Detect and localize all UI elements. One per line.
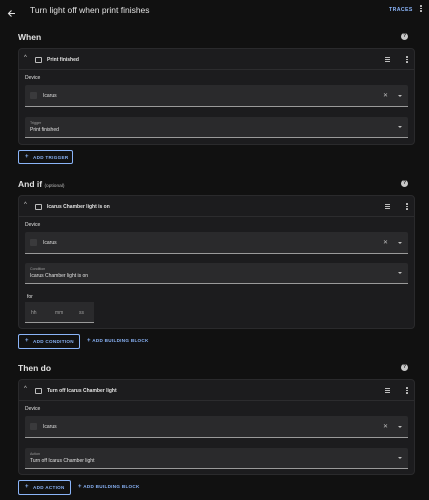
collapse-chevron-icon[interactable]: ^ (24, 202, 27, 208)
add-condition-button[interactable]: + ADD CONDITION (18, 334, 80, 349)
clear-icon[interactable]: ✕ (383, 239, 388, 246)
trigger-value: Print finished (30, 127, 59, 133)
top-app-bar: Turn light off when print finishes TRACE… (0, 0, 429, 20)
card-divider (19, 400, 414, 401)
drag-handle-icon[interactable] (385, 388, 390, 395)
collapse-chevron-icon[interactable]: ^ (24, 55, 27, 61)
device-value: Icarus (43, 240, 57, 246)
device-condition-icon (35, 204, 42, 210)
optional-label: (optional) (44, 184, 65, 189)
add-building-block-label: ADD BUILDING BLOCK (92, 338, 149, 343)
plus-icon: + (25, 338, 29, 344)
dropdown-caret-icon (398, 242, 402, 244)
help-icon[interactable]: ? (401, 33, 408, 40)
card-menu-icon[interactable] (406, 387, 408, 395)
dropdown-caret-icon (398, 457, 402, 459)
dropdown-caret-icon (398, 95, 402, 97)
add-building-block-button[interactable]: + ADD BUILDING BLOCK (78, 484, 140, 490)
device-icon (30, 423, 37, 430)
dropdown-caret-icon (398, 426, 402, 428)
device-select[interactable]: Icarus ✕ (25, 416, 408, 438)
device-value: Icarus (43, 424, 57, 430)
traces-button[interactable]: TRACES (389, 7, 413, 13)
back-arrow-icon[interactable] (7, 5, 16, 17)
add-trigger-button[interactable]: + ADD TRIGGER (18, 150, 73, 164)
device-label: Device (25, 406, 41, 412)
collapse-chevron-icon[interactable]: ^ (24, 386, 27, 392)
seconds-field[interactable]: ss (79, 310, 84, 316)
card-divider (19, 216, 414, 217)
trigger-field-label: Trigger (30, 121, 42, 125)
card-menu-icon[interactable] (406, 56, 408, 64)
trigger-select[interactable]: Trigger Print finished (25, 117, 408, 138)
plus-icon: + (25, 484, 29, 490)
add-building-block-button[interactable]: + ADD BUILDING BLOCK (87, 338, 149, 344)
help-icon[interactable]: ? (401, 180, 408, 187)
plus-icon: + (25, 154, 29, 160)
device-icon (30, 239, 37, 246)
plus-icon: + (87, 338, 91, 344)
then-do-section-title: Then do (18, 363, 52, 373)
action-select[interactable]: Action Turn off Icarus Chamber light (25, 448, 408, 469)
action-card-title: Turn off Icarus Chamber light (47, 388, 117, 394)
device-icon (30, 92, 37, 99)
device-label: Device (25, 75, 41, 81)
dropdown-caret-icon (398, 126, 402, 128)
drag-handle-icon[interactable] (385, 204, 390, 211)
device-label: Device (25, 222, 41, 228)
condition-value: Icarus Chamber light is on (30, 273, 89, 279)
trigger-card: ^ Print finished Device Icarus ✕ Trigger… (18, 48, 415, 145)
action-value: Turn off Icarus Chamber light (30, 458, 95, 464)
minutes-field[interactable]: mm (55, 310, 63, 316)
add-trigger-label: ADD TRIGGER (33, 155, 69, 160)
add-building-block-label: ADD BUILDING BLOCK (83, 484, 140, 489)
card-menu-icon[interactable] (406, 203, 408, 211)
condition-card-title: Icarus Chamber light is on (47, 204, 110, 210)
device-select[interactable]: Icarus ✕ (25, 85, 408, 107)
card-divider (19, 69, 414, 70)
clear-icon[interactable]: ✕ (383, 423, 388, 430)
device-action-icon (35, 388, 42, 394)
trigger-card-title: Print finished (47, 57, 79, 63)
and-if-section-title: And if (optional) (18, 179, 64, 189)
dropdown-caret-icon (398, 272, 402, 274)
condition-card: ^ Icarus Chamber light is on Device Icar… (18, 195, 415, 329)
drag-handle-icon[interactable] (385, 57, 390, 64)
duration-input[interactable]: hh mm ss (25, 302, 94, 323)
help-icon[interactable]: ? (401, 364, 408, 371)
add-action-label: ADD ACTION (33, 485, 65, 490)
device-select[interactable]: Icarus ✕ (25, 232, 408, 254)
plus-icon: + (78, 484, 82, 490)
device-trigger-icon (35, 57, 42, 63)
when-section-title: When (18, 32, 42, 42)
action-field-label: Action (30, 452, 40, 456)
condition-field-label: Condition (30, 267, 46, 271)
clear-icon[interactable]: ✕ (383, 92, 388, 99)
overflow-menu-icon[interactable] (420, 5, 422, 13)
action-card: ^ Turn off Icarus Chamber light Device I… (18, 379, 415, 475)
hours-field[interactable]: hh (31, 310, 37, 316)
condition-select[interactable]: Condition Icarus Chamber light is on (25, 263, 408, 284)
for-label: for (27, 294, 33, 300)
and-if-label: And if (18, 179, 43, 189)
device-value: Icarus (43, 93, 57, 99)
add-action-button[interactable]: + ADD ACTION (18, 480, 71, 495)
page-title: Turn light off when print finishes (30, 5, 150, 15)
add-condition-label: ADD CONDITION (33, 339, 74, 344)
